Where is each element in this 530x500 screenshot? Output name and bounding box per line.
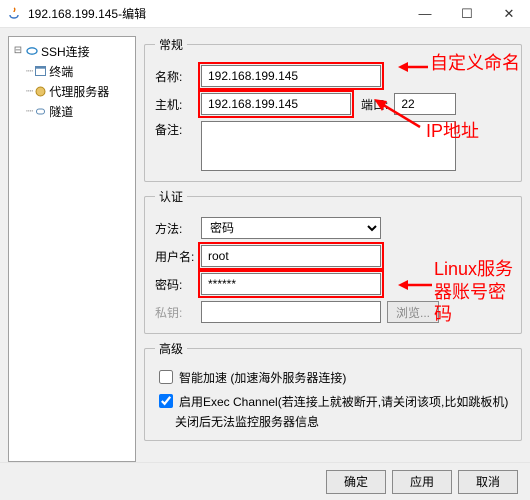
apply-button[interactable]: 应用 [392,470,452,494]
group-general-legend: 常规 [155,36,187,53]
port-input[interactable] [394,93,456,115]
method-select[interactable]: 密码 [201,217,381,239]
exec-channel-checkbox[interactable]: 启用Exec Channel(若连接上就被断开,请关闭该项,比如跳板机) [155,391,511,411]
window-minimize-button[interactable]: — [404,0,446,27]
dialog-button-bar: 确定 应用 取消 [0,462,530,500]
group-advanced: 高级 智能加速 (加速海外服务器连接) 启用Exec Channel(若连接上就… [144,340,522,441]
smart-acceleration-box[interactable] [159,370,173,384]
key-input [201,301,381,323]
name-label: 名称: [155,68,201,85]
smart-acceleration-checkbox[interactable]: 智能加速 (加速海外服务器连接) [155,367,511,387]
settings-panel: 常规 名称: 主机: 端口: 备注: 认证 方法: 密码 [144,36,522,462]
java-icon [6,6,22,22]
tree-item-terminal[interactable]: ┈ 终端 [11,61,133,81]
user-label: 用户名: [155,248,201,265]
ssh-icon [25,45,39,57]
ok-button[interactable]: 确定 [326,470,386,494]
key-label: 私钥: [155,304,201,321]
host-label: 主机: [155,96,201,113]
remark-input[interactable] [201,121,456,171]
collapse-icon[interactable]: ⊟ [11,46,25,56]
pass-label: 密码: [155,276,201,293]
window-title: 192.168.199.145-编辑 [28,5,404,22]
cancel-button[interactable]: 取消 [458,470,518,494]
name-input[interactable] [201,65,381,87]
browse-button: 浏览... [387,301,439,323]
port-label: 端口: [361,96,388,113]
window-maximize-button[interactable]: ☐ [446,0,488,27]
group-auth-legend: 认证 [155,188,187,205]
group-auth: 认证 方法: 密码 用户名: 密码: 私钥: 浏览... [144,188,522,334]
connection-tree[interactable]: ⊟ SSH连接 ┈ 终端 ┈ 代理服务器 ┈ 隧道 [8,36,136,462]
window-close-button[interactable]: ✕ [488,0,530,27]
user-input[interactable] [201,245,381,267]
group-advanced-legend: 高级 [155,340,187,357]
tree-item-proxy[interactable]: ┈ 代理服务器 [11,81,133,101]
group-general: 常规 名称: 主机: 端口: 备注: [144,36,522,182]
tree-item-tunnel[interactable]: ┈ 隧道 [11,101,133,121]
proxy-icon [33,86,47,97]
exec-note: 关闭后无法监控服务器信息 [175,413,511,430]
method-label: 方法: [155,220,201,237]
host-input[interactable] [201,93,351,115]
remark-label: 备注: [155,121,201,138]
titlebar: 192.168.199.145-编辑 — ☐ ✕ [0,0,530,28]
tree-root-ssh[interactable]: ⊟ SSH连接 [11,41,133,61]
pass-input[interactable] [201,273,381,295]
tunnel-icon [33,106,47,117]
terminal-icon [33,66,47,77]
exec-channel-box[interactable] [159,394,173,408]
